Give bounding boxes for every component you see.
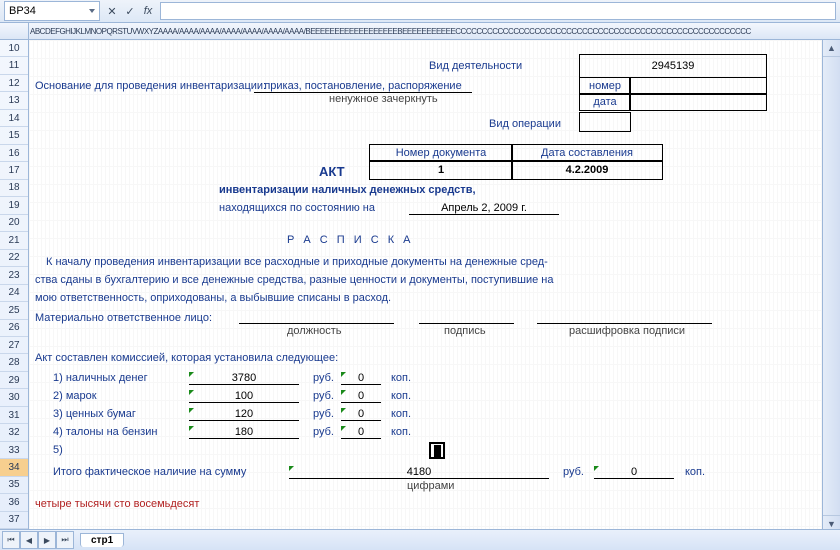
sheet-content: Вид деятельности 2945139 Основание для п… xyxy=(29,40,840,529)
total-kop[interactable]: 0 xyxy=(594,466,674,479)
row-header-13[interactable]: 13 xyxy=(0,92,28,109)
row-header-16[interactable]: 16 xyxy=(0,145,28,162)
column-headers[interactable]: ABCDEFGHIJKLMNOPQRSTUVWXYZAAAA/AAAA/AAAA… xyxy=(0,23,840,40)
receipt-title: Р А С П И С К А xyxy=(287,234,414,246)
basis-value: приказ, постановление, распоряжение xyxy=(254,80,472,93)
sheet-tab[interactable]: стр1 xyxy=(80,533,124,547)
row-header-28[interactable]: 28 xyxy=(0,354,28,371)
row-header-12[interactable]: 12 xyxy=(0,75,28,92)
comp-date-cell[interactable]: 4.2.2009 xyxy=(511,160,663,180)
amount-words: четыре тысячи сто восемьдесят xyxy=(35,498,199,510)
para-line-2: ства сданы в бухгалтерию и все денежные … xyxy=(35,274,553,286)
tab-last-icon[interactable]: ⏭ xyxy=(56,531,74,549)
row-header-23[interactable]: 23 xyxy=(0,267,28,284)
select-all-box[interactable] xyxy=(0,23,29,39)
item-5-label: 5) xyxy=(53,444,63,456)
row-header-21[interactable]: 21 xyxy=(0,232,28,249)
row-header-14[interactable]: 14 xyxy=(0,110,28,127)
scroll-track[interactable] xyxy=(823,57,840,515)
item-4-value[interactable]: 180 xyxy=(189,426,299,439)
item-3-label: 3) ценных бумаг xyxy=(53,408,136,420)
item-3-value[interactable]: 120 xyxy=(189,408,299,421)
title-line-1: инвентаризации наличных денежных средств… xyxy=(219,184,476,196)
doc-num-cell[interactable]: 1 xyxy=(369,160,513,180)
active-cell[interactable] xyxy=(429,442,445,459)
row-header-18[interactable]: 18 xyxy=(0,180,28,197)
signature-hint: подпись xyxy=(444,325,486,337)
row-header-34[interactable]: 34 xyxy=(0,459,28,476)
act-label: АКТ xyxy=(319,164,345,179)
sheet-tabs-bar: ⏮ ◀ ▶ ⏭ стр1 xyxy=(0,529,840,550)
row-header-30[interactable]: 30 xyxy=(0,389,28,406)
formula-buttons: ✕ ✓ fx xyxy=(104,3,156,19)
item-1-kop[interactable]: 0 xyxy=(341,372,381,385)
name-box[interactable]: BP34 xyxy=(4,1,100,21)
row-header-20[interactable]: 20 xyxy=(0,215,28,232)
scroll-down-icon[interactable]: ▼ xyxy=(823,515,840,529)
tab-prev-icon[interactable]: ◀ xyxy=(20,531,38,549)
row-headers[interactable]: 1011121314151617181920212223242526272829… xyxy=(0,40,29,529)
digits-hint: цифрами xyxy=(407,480,454,492)
row-header-10[interactable]: 10 xyxy=(0,40,28,57)
row-header-32[interactable]: 32 xyxy=(0,424,28,441)
row-header-33[interactable]: 33 xyxy=(0,442,28,459)
row-header-15[interactable]: 15 xyxy=(0,127,28,144)
row-header-11[interactable]: 11 xyxy=(0,57,28,74)
total-value[interactable]: 4180 xyxy=(289,466,549,479)
row-header-22[interactable]: 22 xyxy=(0,250,28,267)
item-4-kop[interactable]: 0 xyxy=(341,426,381,439)
total-label: Итого фактическое наличие на сумму xyxy=(53,466,246,478)
date-cell[interactable] xyxy=(629,93,767,111)
fx-icon[interactable]: fx xyxy=(140,3,156,19)
vertical-scrollbar[interactable]: ▲ ▼ xyxy=(822,40,840,529)
row-header-25[interactable]: 25 xyxy=(0,302,28,319)
item-2-value[interactable]: 100 xyxy=(189,390,299,403)
row-header-37[interactable]: 37 xyxy=(0,512,28,529)
responsible-label: Материально ответственное лицо: xyxy=(35,312,212,324)
row-header-26[interactable]: 26 xyxy=(0,320,28,337)
position-hint: должность xyxy=(287,325,342,337)
basis-label: Основание для проведения инвентаризации: xyxy=(35,80,266,92)
tab-first-icon[interactable]: ⏮ xyxy=(2,531,20,549)
item-1-value[interactable]: 3780 xyxy=(189,372,299,385)
item-2-label: 2) марок xyxy=(53,390,97,402)
signature-decode-hint: расшифровка подписи xyxy=(569,325,685,337)
row-header-35[interactable]: 35 xyxy=(0,477,28,494)
basis-note: ненужное зачеркнуть xyxy=(329,93,438,105)
row-header-19[interactable]: 19 xyxy=(0,197,28,214)
formula-bar: BP34 ✕ ✓ fx xyxy=(0,0,840,23)
oper-type-label: Вид операции xyxy=(489,118,561,130)
status-date: Апрель 2, 2009 г. xyxy=(409,202,559,215)
date-label: дата xyxy=(579,93,631,111)
row-header-31[interactable]: 31 xyxy=(0,407,28,424)
row-header-27[interactable]: 27 xyxy=(0,337,28,354)
chevron-down-icon[interactable] xyxy=(89,9,95,13)
row-header-17[interactable]: 17 xyxy=(0,162,28,179)
item-3-kop[interactable]: 0 xyxy=(341,408,381,421)
cancel-icon[interactable]: ✕ xyxy=(104,3,120,19)
scroll-up-icon[interactable]: ▲ xyxy=(823,40,840,57)
para-line-1: К началу проведения инвентаризации все р… xyxy=(46,256,548,268)
worksheet[interactable]: Вид деятельности 2945139 Основание для п… xyxy=(29,40,840,529)
confirm-icon[interactable]: ✓ xyxy=(122,3,138,19)
title-line-2: находящихся по состоянию на xyxy=(219,202,375,214)
item-1-label: 1) наличных денег xyxy=(53,372,148,384)
item-4-label: 4) талоны на бензин xyxy=(53,426,157,438)
formula-input[interactable] xyxy=(160,2,836,20)
item-2-kop[interactable]: 0 xyxy=(341,390,381,403)
row-header-24[interactable]: 24 xyxy=(0,285,28,302)
oper-type-cell[interactable] xyxy=(579,112,631,132)
commission-text: Акт составлен комиссией, которая установ… xyxy=(35,352,338,364)
cell-reference: BP34 xyxy=(9,5,36,17)
row-header-29[interactable]: 29 xyxy=(0,372,28,389)
activity-type-label: Вид деятельности xyxy=(429,60,522,72)
para-line-3: мою ответственность, оприходованы, а выб… xyxy=(35,292,391,304)
tab-next-icon[interactable]: ▶ xyxy=(38,531,56,549)
activity-code-cell[interactable]: 2945139 xyxy=(579,54,767,78)
row-header-36[interactable]: 36 xyxy=(0,494,28,511)
